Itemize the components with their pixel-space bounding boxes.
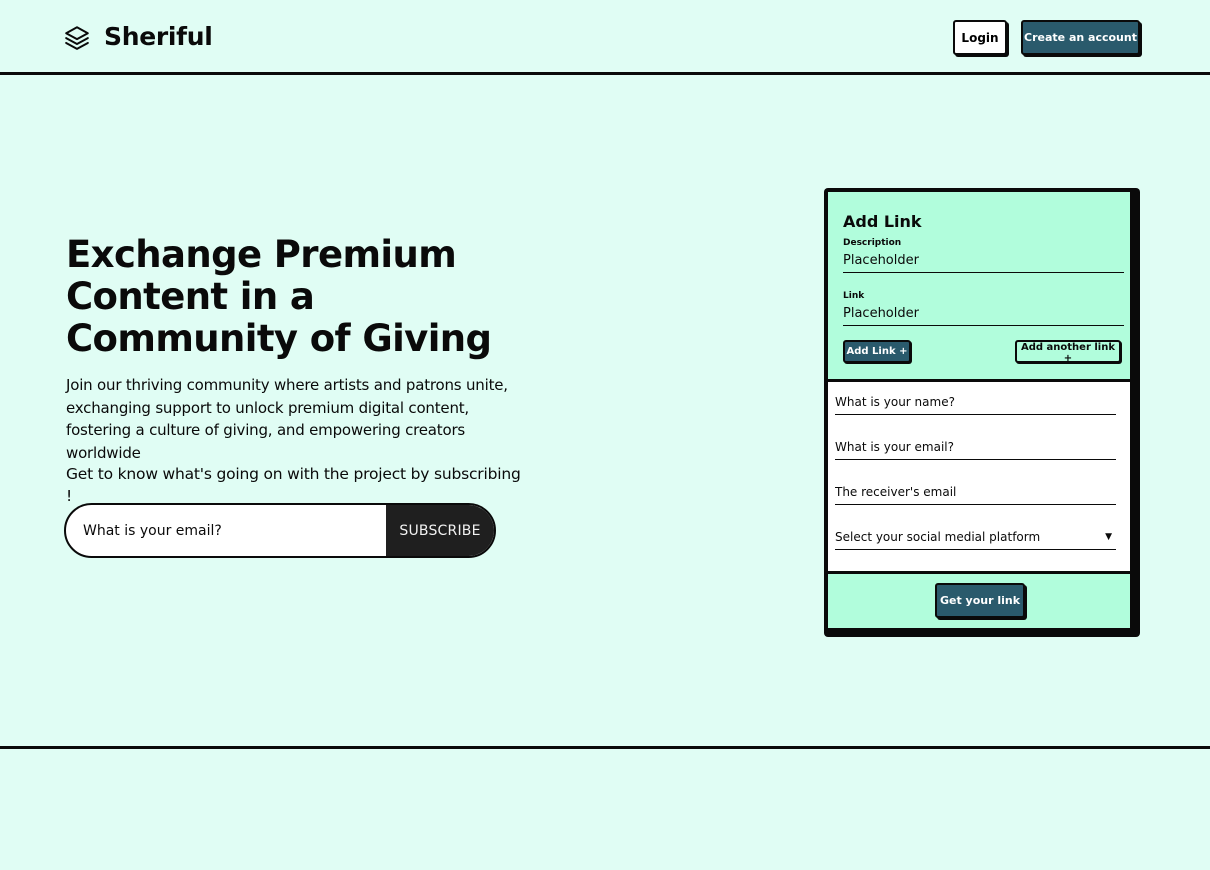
subscribe-button[interactable]: SUBSCRIBE [386, 505, 494, 556]
receiver-email-input[interactable] [835, 479, 1116, 505]
recipient-form: Select your social medial platform ▼ [828, 382, 1130, 571]
description-input[interactable] [843, 249, 1124, 273]
hero-title: Exchange Premium Content in a Community … [66, 233, 492, 360]
link-input[interactable] [843, 302, 1124, 326]
add-link-section: Add Link Description Link Add Link + Add… [828, 192, 1130, 379]
add-link-card: Add Link Description Link Add Link + Add… [824, 188, 1140, 637]
platform-select-value: Select your social medial platform [835, 529, 1041, 544]
link-label: Link [843, 291, 865, 301]
name-input[interactable] [835, 389, 1116, 415]
layers-icon [65, 25, 89, 50]
create-account-button[interactable]: Create an account [1021, 20, 1140, 55]
brand-logo[interactable]: Sheriful [64, 22, 213, 51]
section-divider [0, 746, 1210, 749]
get-link-button[interactable]: Get your link [935, 583, 1025, 618]
add-another-link-button[interactable]: Add another link + [1015, 340, 1121, 364]
subscribe-email-input[interactable] [66, 505, 386, 556]
brand-name: Sheriful [104, 22, 213, 51]
site-header: Sheriful Login Create an account [0, 0, 1210, 75]
add-link-button[interactable]: Add Link + [843, 340, 911, 363]
platform-select[interactable]: Select your social medial platform ▼ [835, 524, 1116, 550]
card-footer: Get your link [828, 574, 1130, 628]
subscribe-form: SUBSCRIBE [64, 503, 496, 558]
caret-down-icon: ▼ [1105, 531, 1112, 542]
description-label: Description [843, 238, 902, 248]
subscribe-prompt: Get to know what's going on with the pro… [66, 465, 521, 505]
email-input[interactable] [835, 434, 1116, 460]
card-title: Add Link [843, 212, 922, 231]
login-button[interactable]: Login [953, 20, 1007, 55]
hero-description: Join our thriving community where artist… [66, 376, 508, 462]
